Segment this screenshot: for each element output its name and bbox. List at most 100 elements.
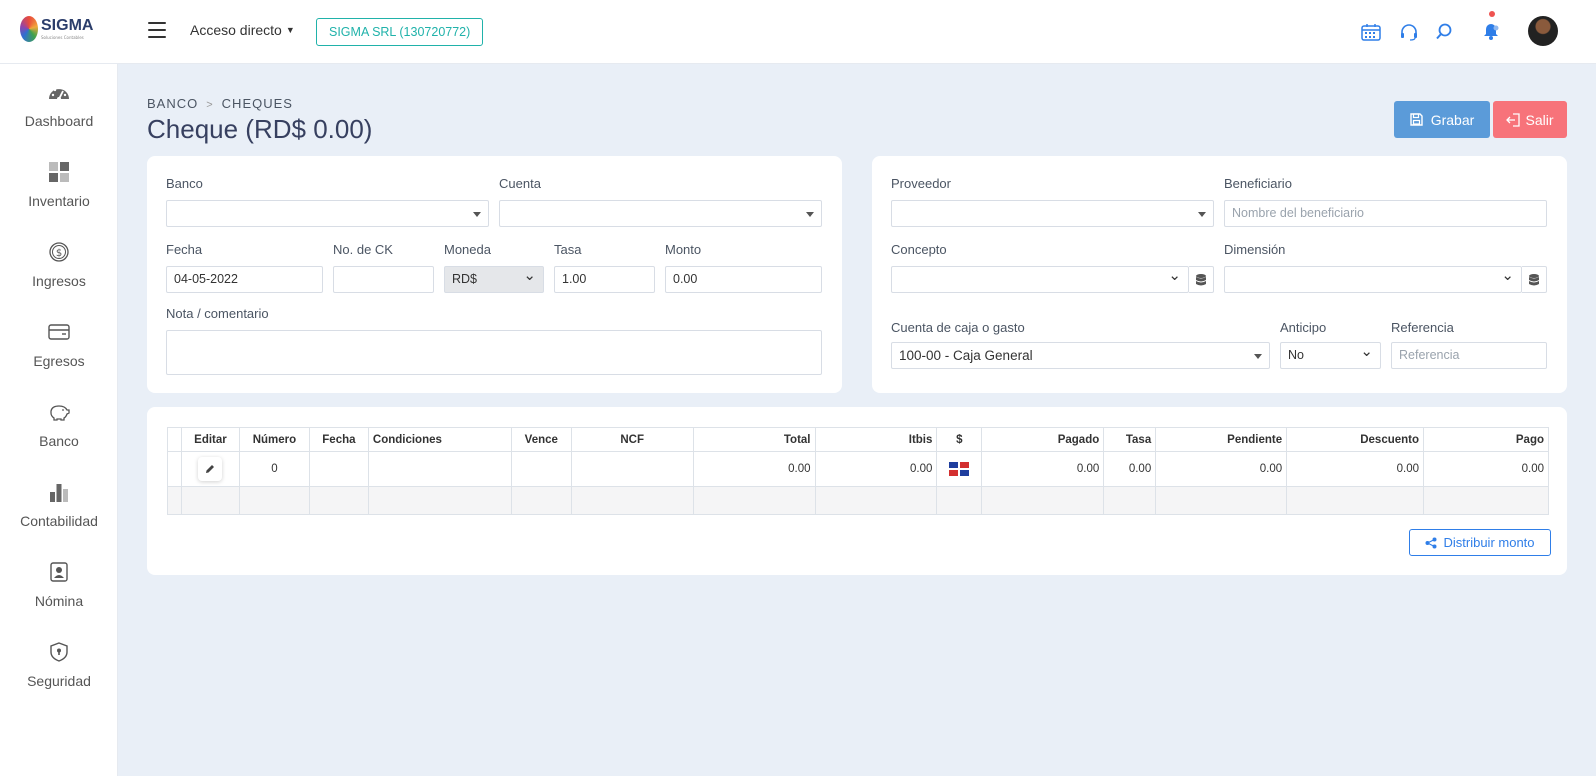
proveedor-label: Proveedor	[891, 176, 951, 191]
header-editar: Editar	[180, 427, 240, 452]
concepto-select[interactable]	[891, 266, 1189, 293]
header-fecha[interactable]: Fecha	[308, 427, 369, 452]
save-button-label: Grabar	[1430, 111, 1475, 128]
sidebar-item-ingresos[interactable]: $ Ingresos	[0, 240, 118, 310]
table-header-row: Editar Número Fecha Condiciones Vence NC…	[167, 427, 1549, 452]
sidebar-item-label: Ingresos	[32, 273, 86, 289]
cell-fecha[interactable]	[308, 451, 369, 487]
sidebar-item-banco[interactable]: Banco	[0, 400, 118, 470]
sidebar-item-dashboard[interactable]: Dashboard	[0, 80, 118, 150]
breadcrumb: BANCO > CHEQUES	[147, 96, 293, 111]
table-row[interactable]: 0 0.00 0.00 0.00 0.00 0.00 0.00 0.00	[167, 451, 1549, 487]
header-total[interactable]: Total	[692, 427, 816, 452]
exit-button[interactable]: Salir	[1493, 101, 1567, 138]
anticipo-select[interactable]: No	[1280, 342, 1381, 369]
cell-condiciones[interactable]	[367, 451, 512, 487]
headset-icon[interactable]	[1399, 22, 1419, 42]
header-condiciones[interactable]: Condiciones	[367, 427, 512, 452]
beneficiario-label: Beneficiario	[1224, 176, 1292, 191]
distribute-amount-button[interactable]: Distribuir monto	[1409, 529, 1551, 556]
cell-descuento[interactable]: 0.00	[1286, 451, 1425, 487]
fecha-input[interactable]: 04-05-2022	[166, 266, 323, 293]
bell-icon[interactable]	[1481, 20, 1501, 40]
edit-row-button[interactable]	[198, 457, 223, 481]
chevron-right-icon: >	[206, 99, 214, 111]
caret-down-icon: ▼	[285, 25, 295, 35]
header-numero[interactable]: Número	[238, 427, 310, 452]
cell-pago[interactable]: 0.00	[1423, 451, 1549, 487]
anticipo-label: Anticipo	[1280, 320, 1327, 335]
concepto-database-button[interactable]	[1189, 266, 1214, 293]
cell-numero[interactable]: 0	[238, 451, 310, 487]
header-pagado[interactable]: Pagado	[981, 427, 1105, 452]
sidebar-item-label: Banco	[39, 433, 79, 449]
nock-input[interactable]	[333, 266, 434, 293]
cuenta-select[interactable]	[499, 200, 822, 227]
logo[interactable]: SIGMA Soluciones Contables	[20, 16, 93, 42]
sidebar-item-seguridad[interactable]: Seguridad	[0, 640, 118, 710]
dollar-circle-icon: $	[0, 240, 118, 264]
cell-itbis[interactable]: 0.00	[814, 451, 938, 487]
cell-pendiente[interactable]: 0.00	[1155, 451, 1288, 487]
dimension-database-button[interactable]	[1522, 266, 1547, 293]
banco-label: Banco	[166, 176, 203, 191]
referencia-input[interactable]: Referencia	[1391, 342, 1547, 369]
cuenta-caja-select[interactable]: 100-00 - Caja General	[891, 342, 1270, 369]
dimension-select[interactable]	[1224, 266, 1522, 293]
row-handle	[167, 451, 182, 487]
calendar-icon[interactable]	[1361, 22, 1381, 42]
header-ncf[interactable]: NCF	[570, 427, 694, 452]
header-itbis[interactable]: Itbis	[814, 427, 938, 452]
sidebar-item-label: Nómina	[34, 593, 84, 609]
proveedor-select[interactable]	[891, 200, 1214, 227]
header-pendiente[interactable]: Pendiente	[1155, 427, 1288, 452]
referencia-label: Referencia	[1391, 320, 1454, 335]
menu-toggle-icon[interactable]	[148, 22, 166, 38]
notification-dot	[1489, 11, 1495, 17]
breadcrumb-current: CHEQUES	[221, 96, 293, 111]
nota-textarea[interactable]	[166, 330, 822, 375]
header-currency[interactable]: $	[936, 427, 983, 452]
share-icon	[1425, 537, 1437, 548]
shield-icon	[0, 640, 118, 664]
beneficiario-input[interactable]: Nombre del beneficiario	[1224, 200, 1547, 227]
sidebar-item-contabilidad[interactable]: Contabilidad	[0, 480, 118, 550]
nota-label: Nota / comentario	[166, 306, 269, 321]
moneda-select[interactable]: RD$	[444, 266, 544, 293]
header-pago[interactable]: Pago	[1423, 427, 1549, 452]
database-icon	[1196, 273, 1206, 285]
database-icon	[1529, 273, 1539, 285]
save-button[interactable]: Grabar	[1394, 101, 1490, 138]
grid-icon	[0, 160, 118, 184]
page-title: Cheque (RD$ 0.00)	[147, 114, 373, 144]
dimension-label: Dimensión	[1224, 242, 1286, 257]
breadcrumb-parent[interactable]: BANCO	[147, 96, 198, 111]
cell-vence[interactable]	[510, 451, 572, 487]
banco-select[interactable]	[166, 200, 489, 227]
cuenta-caja-label: Cuenta de caja o gasto	[891, 320, 1025, 335]
sidebar-item-nomina[interactable]: Nómina	[0, 560, 118, 630]
header-tasa[interactable]: Tasa	[1103, 427, 1157, 452]
piggy-bank-icon	[0, 400, 118, 424]
sidebar-item-egresos[interactable]: Egresos	[0, 320, 118, 390]
distribute-amount-label: Distribuir monto	[1443, 535, 1535, 550]
avatar[interactable]	[1528, 16, 1558, 46]
header-descuento[interactable]: Descuento	[1286, 427, 1425, 452]
quick-access-dropdown[interactable]: Acceso directo ▼	[190, 22, 295, 38]
monto-input[interactable]: 0.00	[665, 266, 822, 293]
sidebar-item-inventario[interactable]: Inventario	[0, 160, 118, 230]
sidebar-item-label: Contabilidad	[20, 513, 98, 529]
company-selector[interactable]: SIGMA SRL (130720772)	[316, 18, 484, 46]
cell-pagado[interactable]: 0.00	[981, 451, 1105, 487]
search-icon[interactable]	[1434, 22, 1454, 42]
header-vence[interactable]: Vence	[510, 427, 572, 452]
cell-ncf[interactable]	[570, 451, 694, 487]
logo-subtitle: Soluciones Contables	[41, 35, 84, 40]
tasa-input[interactable]: 1.00	[554, 266, 655, 293]
cell-total[interactable]: 0.00	[692, 451, 816, 487]
cell-tasa[interactable]: 0.00	[1103, 451, 1157, 487]
tasa-label: Tasa	[554, 242, 582, 257]
payee-form-card: Proveedor Beneficiario Nombre del benefi…	[872, 156, 1567, 393]
cell-editar	[180, 451, 240, 487]
exit-button-label: Salir	[1525, 111, 1554, 128]
